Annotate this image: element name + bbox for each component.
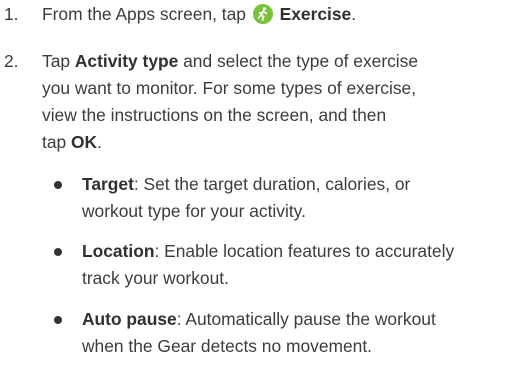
step-line: view the instructions on the screen, and… (42, 105, 387, 125)
bullet-term: Location (82, 241, 155, 261)
bullet-term: Target (82, 174, 134, 194)
bullet-line: Location: Enable location features to ac… (82, 239, 454, 263)
bullet-dot (54, 248, 62, 256)
step-text: From the Apps screen, tap (42, 4, 251, 24)
step-bold-term: OK (71, 132, 98, 152)
step-bold-term: Exercise (279, 4, 352, 24)
bullet-dot (54, 316, 62, 324)
bullet-line: Target: Set the target duration, calorie… (82, 172, 410, 196)
bullet-line: track your workout. (82, 268, 229, 288)
step-line: From the Apps screen, tap Exercise. (42, 2, 356, 26)
step-text: tap (42, 132, 72, 152)
step-number: 1. (4, 4, 19, 24)
step-line: you want to monitor. For some types of e… (42, 78, 417, 98)
step-text: . (97, 132, 102, 152)
step-text: and select the type of exercise (178, 51, 419, 71)
bullet-line: when the Gear detects no movement. (82, 336, 373, 356)
step-text: Tap (42, 51, 75, 71)
instruction-document: 1. From the Apps screen, tap Exercise. 2… (0, 0, 521, 377)
bullet-line: Auto pause: Automatically pause the work… (82, 307, 436, 331)
step-line: Tap Activity type and select the type of… (42, 49, 418, 73)
bullet-text: : Set the target duration, calories, or (133, 174, 411, 194)
bullet-term: Auto pause (82, 309, 177, 329)
bullet-text: : Enable location features to accurately (154, 241, 455, 261)
bullet-text: : Automatically pause the workout (176, 309, 436, 329)
bullet-dot (54, 181, 62, 189)
running-figure-icon (252, 4, 273, 24)
step-number: 2. (4, 51, 19, 71)
step-bold-term: Activity type (74, 51, 179, 71)
bullet-line: workout type for your activity. (82, 201, 306, 221)
step-line: tap OK. (42, 130, 102, 154)
step-text: . (351, 4, 357, 24)
